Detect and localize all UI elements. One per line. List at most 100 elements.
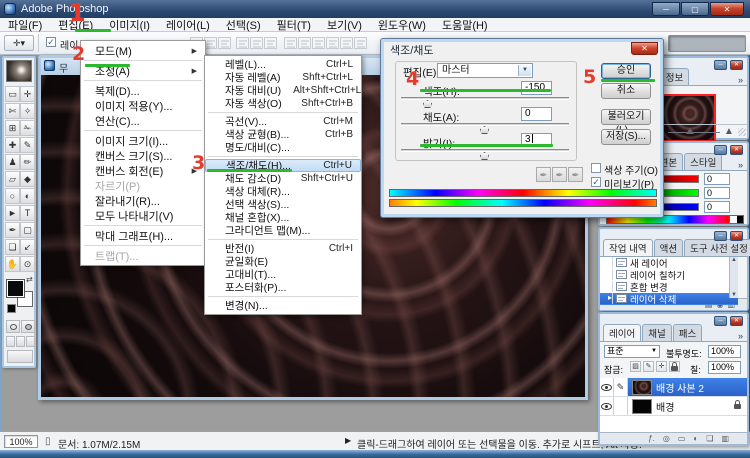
layer-thumbnail[interactable] — [632, 379, 652, 395]
adjustment-layer-icon[interactable]: ◐ — [693, 434, 698, 443]
panel-minimize-icon[interactable]: ─ — [714, 231, 727, 241]
panel-minimize-icon[interactable]: ─ — [714, 145, 727, 155]
auto-select-checkbox[interactable]: ✓ — [46, 37, 56, 47]
green-value[interactable]: 0 — [704, 187, 730, 199]
menu-item-duplicate[interactable]: 복제(D)... — [81, 83, 205, 98]
tab-history[interactable]: 작업 내역 — [603, 239, 653, 256]
status-doc-icon[interactable]: ▯ — [45, 436, 51, 447]
opacity-value[interactable]: 100% — [708, 345, 741, 358]
load-button[interactable]: 불러오기(L)... — [601, 109, 651, 136]
gradient-tool-icon[interactable]: ◆ — [20, 171, 35, 187]
menu-item-canvas-size[interactable]: 캔버스 크기(S)... — [81, 148, 205, 163]
brush-tool-icon[interactable]: ✎ — [20, 137, 35, 153]
history-item[interactable]: 레이어 칠하기 — [600, 269, 738, 282]
imageready-jump-button[interactable] — [7, 350, 33, 363]
menu-item-calculations[interactable]: 연산(C)... — [81, 113, 205, 128]
swap-colors-icon[interactable]: ⇄ — [26, 275, 33, 284]
tab-info[interactable]: 정보 — [659, 68, 690, 85]
layer-row-selected[interactable]: ✎ 배경 사본 2 — [600, 378, 747, 397]
hand-tool-icon[interactable]: ✋ — [5, 256, 20, 272]
lock-transparency-icon[interactable]: ▨ — [630, 361, 641, 372]
menu-item-apply-image[interactable]: 이미지 적용(Y)... — [81, 98, 205, 113]
standard-screen-button[interactable] — [6, 336, 15, 347]
tab-paths[interactable]: 패스 — [672, 324, 703, 341]
color-ramp-black[interactable] — [737, 215, 744, 224]
zoom-tool-icon[interactable]: ⊙ — [20, 256, 35, 272]
clone-stamp-tool-icon[interactable]: ♟ — [5, 154, 20, 170]
menu-item-mode[interactable]: 모드(M) ▶ — [81, 43, 205, 58]
navigator-zoom-thumb[interactable] — [686, 128, 694, 134]
lock-move-icon[interactable]: ✛ — [656, 361, 667, 372]
layer-thumbnail[interactable] — [632, 398, 652, 414]
panel-close-icon[interactable]: ✕ — [730, 231, 743, 241]
new-layer-icon[interactable]: ❏ — [706, 434, 713, 443]
status-zoom-input[interactable]: 100% — [4, 435, 38, 448]
menu-select[interactable]: 선택(S) — [218, 17, 269, 33]
default-colors-icon[interactable] — [7, 304, 16, 313]
panel-close-icon[interactable]: ✕ — [730, 316, 743, 326]
zoom-in-icon[interactable]: ▲ — [724, 126, 734, 137]
tab-layers[interactable]: 레이어 — [603, 324, 642, 341]
menu-item-rotate-canvas[interactable]: 캔버스 회전(E) ▶ — [81, 163, 205, 178]
saturation-input[interactable]: 0 — [521, 107, 552, 121]
link-cell[interactable]: ✎ — [614, 378, 628, 396]
blend-mode-dropdown[interactable]: 표준 ▼ — [604, 345, 660, 358]
preview-checkbox[interactable]: ✓ — [591, 177, 601, 187]
menu-filter[interactable]: 필터(T) — [269, 17, 319, 33]
eyedropper-tool-icon[interactable]: ↙ — [20, 239, 35, 255]
menu-item-posterize[interactable]: 포스터화(P)... — [205, 281, 361, 294]
cancel-button[interactable]: 취소 — [601, 83, 651, 99]
layer-mask-icon[interactable]: ◎ — [663, 434, 670, 443]
history-brush-tool-icon[interactable]: ✏ — [20, 154, 35, 170]
link-cell[interactable] — [614, 397, 628, 415]
minimize-button[interactable]: ─ — [652, 2, 680, 16]
layer-style-icon[interactable]: ƒ. — [648, 434, 655, 443]
layer-set-icon[interactable]: ▭ — [678, 434, 686, 443]
type-tool-icon[interactable]: T — [20, 205, 35, 221]
edit-dropdown[interactable]: 마스터 ▼ — [437, 63, 533, 78]
navigator-zoom-slider[interactable] — [668, 132, 720, 133]
magic-wand-tool-icon[interactable]: ✧ — [20, 103, 35, 119]
menu-item-gradient-map[interactable]: 그라디언트 맵(M)... — [205, 224, 361, 237]
history-scrollbar[interactable]: ▲ ▼ — [729, 257, 738, 298]
slice-tool-icon[interactable]: ✁ — [20, 120, 35, 136]
fullscreen-button[interactable] — [26, 336, 35, 347]
blur-tool-icon[interactable]: ○ — [5, 188, 20, 204]
menu-window[interactable]: 윈도우(W) — [370, 17, 434, 33]
move-tool-icon[interactable]: ✛ — [20, 86, 35, 102]
layer-row[interactable]: 배경 — [600, 397, 747, 416]
tab-channels[interactable]: 채널 — [642, 324, 672, 341]
menu-item-variations[interactable]: 변경(N)... — [205, 299, 361, 312]
hue-slider[interactable] — [401, 97, 569, 100]
dialog-close-icon[interactable]: ✕ — [631, 42, 658, 55]
menu-help[interactable]: 도움말(H) — [434, 17, 496, 33]
menu-item-auto-color[interactable]: 자동 색상(O) Shft+Ctrl+B — [205, 97, 361, 110]
path-select-tool-icon[interactable]: ► — [5, 205, 20, 221]
menu-layer[interactable]: 레이어(L) — [158, 17, 218, 33]
panel-close-icon[interactable]: ✕ — [730, 145, 743, 155]
delete-layer-icon[interactable]: ▥ — [721, 434, 729, 443]
panel-minimize-icon[interactable]: ─ — [714, 316, 727, 326]
colorize-checkbox[interactable] — [591, 163, 601, 173]
panel-menu-icon[interactable]: » — [738, 331, 743, 341]
quick-mask-mode-button[interactable] — [21, 320, 35, 333]
notes-tool-icon[interactable]: ❏ — [5, 239, 20, 255]
crop-tool-icon[interactable]: ⊞ — [5, 120, 20, 136]
lock-all-icon[interactable] — [669, 361, 680, 372]
pen-tool-icon[interactable]: ✒ — [5, 222, 20, 238]
history-item-selected[interactable]: ▸ 레이어 삭제 — [600, 293, 738, 306]
healing-brush-tool-icon[interactable]: ✚ — [5, 137, 20, 153]
tab-tool-presets[interactable]: 도구 사전 설정 — [684, 239, 750, 256]
saturation-slider[interactable] — [401, 123, 569, 126]
scroll-up-icon[interactable]: ▲ — [730, 257, 738, 263]
eraser-tool-icon[interactable]: ▱ — [5, 171, 20, 187]
menu-item-reveal-all[interactable]: 모두 나타내기(V) — [81, 208, 205, 223]
standard-mode-button[interactable] — [6, 320, 20, 333]
ok-button[interactable]: 승인 — [601, 63, 651, 79]
menu-item-image-size[interactable]: 이미지 크기(I)... — [81, 133, 205, 148]
marquee-tool-icon[interactable]: ▭ — [5, 86, 20, 102]
visibility-cell[interactable] — [600, 397, 614, 415]
close-button[interactable]: ✕ — [710, 2, 744, 16]
tab-styles[interactable]: 스타일 — [684, 153, 723, 170]
foreground-color-swatch[interactable] — [7, 280, 24, 297]
